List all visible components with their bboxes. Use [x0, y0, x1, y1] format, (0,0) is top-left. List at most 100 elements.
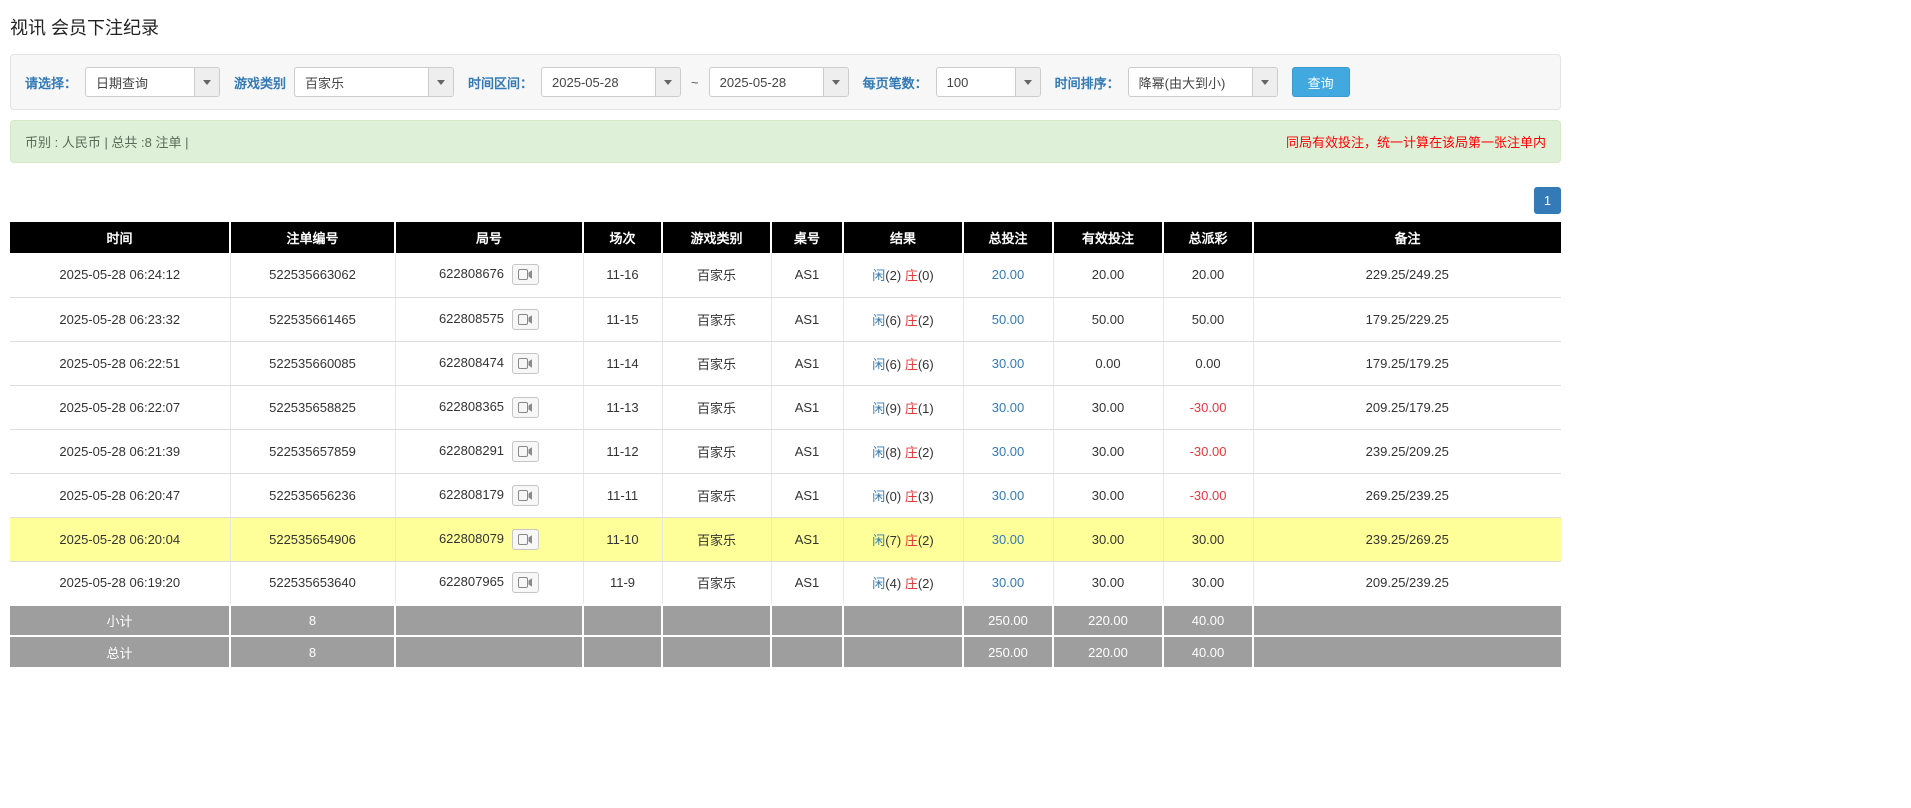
search-button[interactable]: 查询	[1292, 67, 1350, 97]
result-player-label: 闲	[872, 401, 885, 416]
total-bet-link[interactable]: 30.00	[992, 488, 1025, 503]
footer-empty	[1253, 636, 1561, 667]
round-id-value: 622808291	[439, 442, 504, 457]
cell-payout: -30.00	[1163, 429, 1253, 473]
cell-time: 2025-05-28 06:24:12	[10, 253, 230, 297]
chevron-down-icon[interactable]	[428, 68, 453, 96]
round-id-value: 622808474	[439, 354, 504, 369]
cell-result: 闲(0) 庄(3)	[843, 473, 963, 517]
cell-valid-bet: 30.00	[1053, 385, 1163, 429]
chevron-down-icon[interactable]	[655, 68, 680, 96]
cell-round-id: 622808079	[395, 517, 583, 561]
cell-round-id: 622807965	[395, 561, 583, 605]
table-row: 2025-05-28 06:22:07522535658825622808365…	[10, 385, 1561, 429]
result-banker-label: 庄	[905, 576, 918, 591]
total-bet-link[interactable]: 30.00	[992, 575, 1025, 590]
cell-bet-id: 522535661465	[230, 297, 395, 341]
result-player-value: (6)	[885, 313, 901, 328]
cell-table-no: AS1	[771, 385, 843, 429]
date-from-value: 2025-05-28	[542, 68, 655, 96]
round-detail-icon[interactable]	[512, 353, 539, 374]
table-row: 2025-05-28 06:21:39522535657859622808291…	[10, 429, 1561, 473]
cell-note: 269.25/239.25	[1253, 473, 1561, 517]
cell-valid-bet: 30.00	[1053, 473, 1163, 517]
cell-note: 209.25/179.25	[1253, 385, 1561, 429]
result-player-label: 闲	[872, 445, 885, 460]
result-player-value: (9)	[885, 401, 901, 416]
result-banker-label: 庄	[905, 401, 918, 416]
cell-session: 11-9	[583, 561, 662, 605]
round-detail-icon[interactable]	[512, 529, 539, 550]
cell-session: 11-11	[583, 473, 662, 517]
round-id-value: 622808079	[439, 530, 504, 545]
cell-note: 239.25/209.25	[1253, 429, 1561, 473]
sort-order-value: 降幂(由大到小)	[1129, 68, 1252, 96]
page-button-1[interactable]: 1	[1534, 187, 1561, 214]
date-from-input[interactable]: 2025-05-28	[541, 67, 681, 97]
cell-total-bet: 30.00	[963, 473, 1053, 517]
chevron-down-icon[interactable]	[1015, 68, 1040, 96]
date-to-input[interactable]: 2025-05-28	[709, 67, 849, 97]
result-player-value: (7)	[885, 533, 901, 548]
cell-note: 239.25/269.25	[1253, 517, 1561, 561]
result-banker-value: (2)	[918, 533, 934, 548]
result-banker-value: (2)	[918, 313, 934, 328]
result-player-label: 闲	[872, 533, 885, 548]
footer-empty	[583, 636, 662, 667]
query-type-select[interactable]: 日期查询	[85, 67, 220, 97]
cell-table-no: AS1	[771, 473, 843, 517]
round-detail-icon[interactable]	[512, 264, 539, 285]
total-bet-link[interactable]: 30.00	[992, 400, 1025, 415]
game-type-select[interactable]: 百家乐	[294, 67, 454, 97]
round-detail-icon[interactable]	[512, 441, 539, 462]
total-bet-link[interactable]: 30.00	[992, 356, 1025, 371]
total-bet-link[interactable]: 30.00	[992, 444, 1025, 459]
page-size-select[interactable]: 100	[936, 67, 1041, 97]
cell-bet-id: 522535657859	[230, 429, 395, 473]
result-player-value: (8)	[885, 445, 901, 460]
page-size-label: 每页笔数：	[863, 73, 928, 92]
cell-round-id: 622808676	[395, 253, 583, 297]
result-player-label: 闲	[872, 268, 885, 283]
table-header-row: 时间注单编号局号场次游戏类别桌号结果总投注有效投注总派彩备注	[10, 222, 1561, 253]
column-header: 备注	[1253, 222, 1561, 253]
cell-bet-id: 522535656236	[230, 473, 395, 517]
sort-order-select[interactable]: 降幂(由大到小)	[1128, 67, 1278, 97]
total-bet-link[interactable]: 30.00	[992, 532, 1025, 547]
round-id-value: 622808179	[439, 486, 504, 501]
cell-valid-bet: 0.00	[1053, 341, 1163, 385]
table-row: 2025-05-28 06:22:51522535660085622808474…	[10, 341, 1561, 385]
total-bet-link[interactable]: 50.00	[992, 312, 1025, 327]
table-summary-row: 小计8250.00220.0040.00	[10, 605, 1561, 636]
column-header: 总投注	[963, 222, 1053, 253]
round-detail-icon[interactable]	[512, 309, 539, 330]
footer-empty	[395, 605, 583, 636]
cell-valid-bet: 30.00	[1053, 561, 1163, 605]
footer-count: 8	[230, 636, 395, 667]
cell-time: 2025-05-28 06:23:32	[10, 297, 230, 341]
round-detail-icon[interactable]	[512, 572, 539, 593]
betting-records-table: 时间注单编号局号场次游戏类别桌号结果总投注有效投注总派彩备注 2025-05-2…	[10, 222, 1561, 667]
round-detail-icon[interactable]	[512, 485, 539, 506]
round-detail-icon[interactable]	[512, 397, 539, 418]
video-replay-icon	[518, 314, 533, 325]
result-banker-label: 庄	[905, 445, 918, 460]
cell-result: 闲(6) 庄(6)	[843, 341, 963, 385]
chevron-down-icon[interactable]	[1252, 68, 1277, 96]
chevron-down-icon[interactable]	[194, 68, 219, 96]
footer-empty	[771, 605, 843, 636]
video-replay-icon	[518, 402, 533, 413]
total-bet-link[interactable]: 20.00	[992, 267, 1025, 282]
chevron-down-icon[interactable]	[823, 68, 848, 96]
round-id-value: 622808676	[439, 266, 504, 281]
footer-empty	[1253, 605, 1561, 636]
cell-session: 11-14	[583, 341, 662, 385]
result-banker-label: 庄	[905, 489, 918, 504]
table-row: 2025-05-28 06:24:12522535663062622808676…	[10, 253, 1561, 297]
cell-session: 11-16	[583, 253, 662, 297]
page-container: 视讯 会员下注纪录 请选择： 日期查询 游戏类别 百家乐 时间区间： 2025-…	[0, 0, 1571, 697]
cell-valid-bet: 50.00	[1053, 297, 1163, 341]
video-replay-icon	[518, 358, 533, 369]
cell-result: 闲(8) 庄(2)	[843, 429, 963, 473]
cell-session: 11-12	[583, 429, 662, 473]
